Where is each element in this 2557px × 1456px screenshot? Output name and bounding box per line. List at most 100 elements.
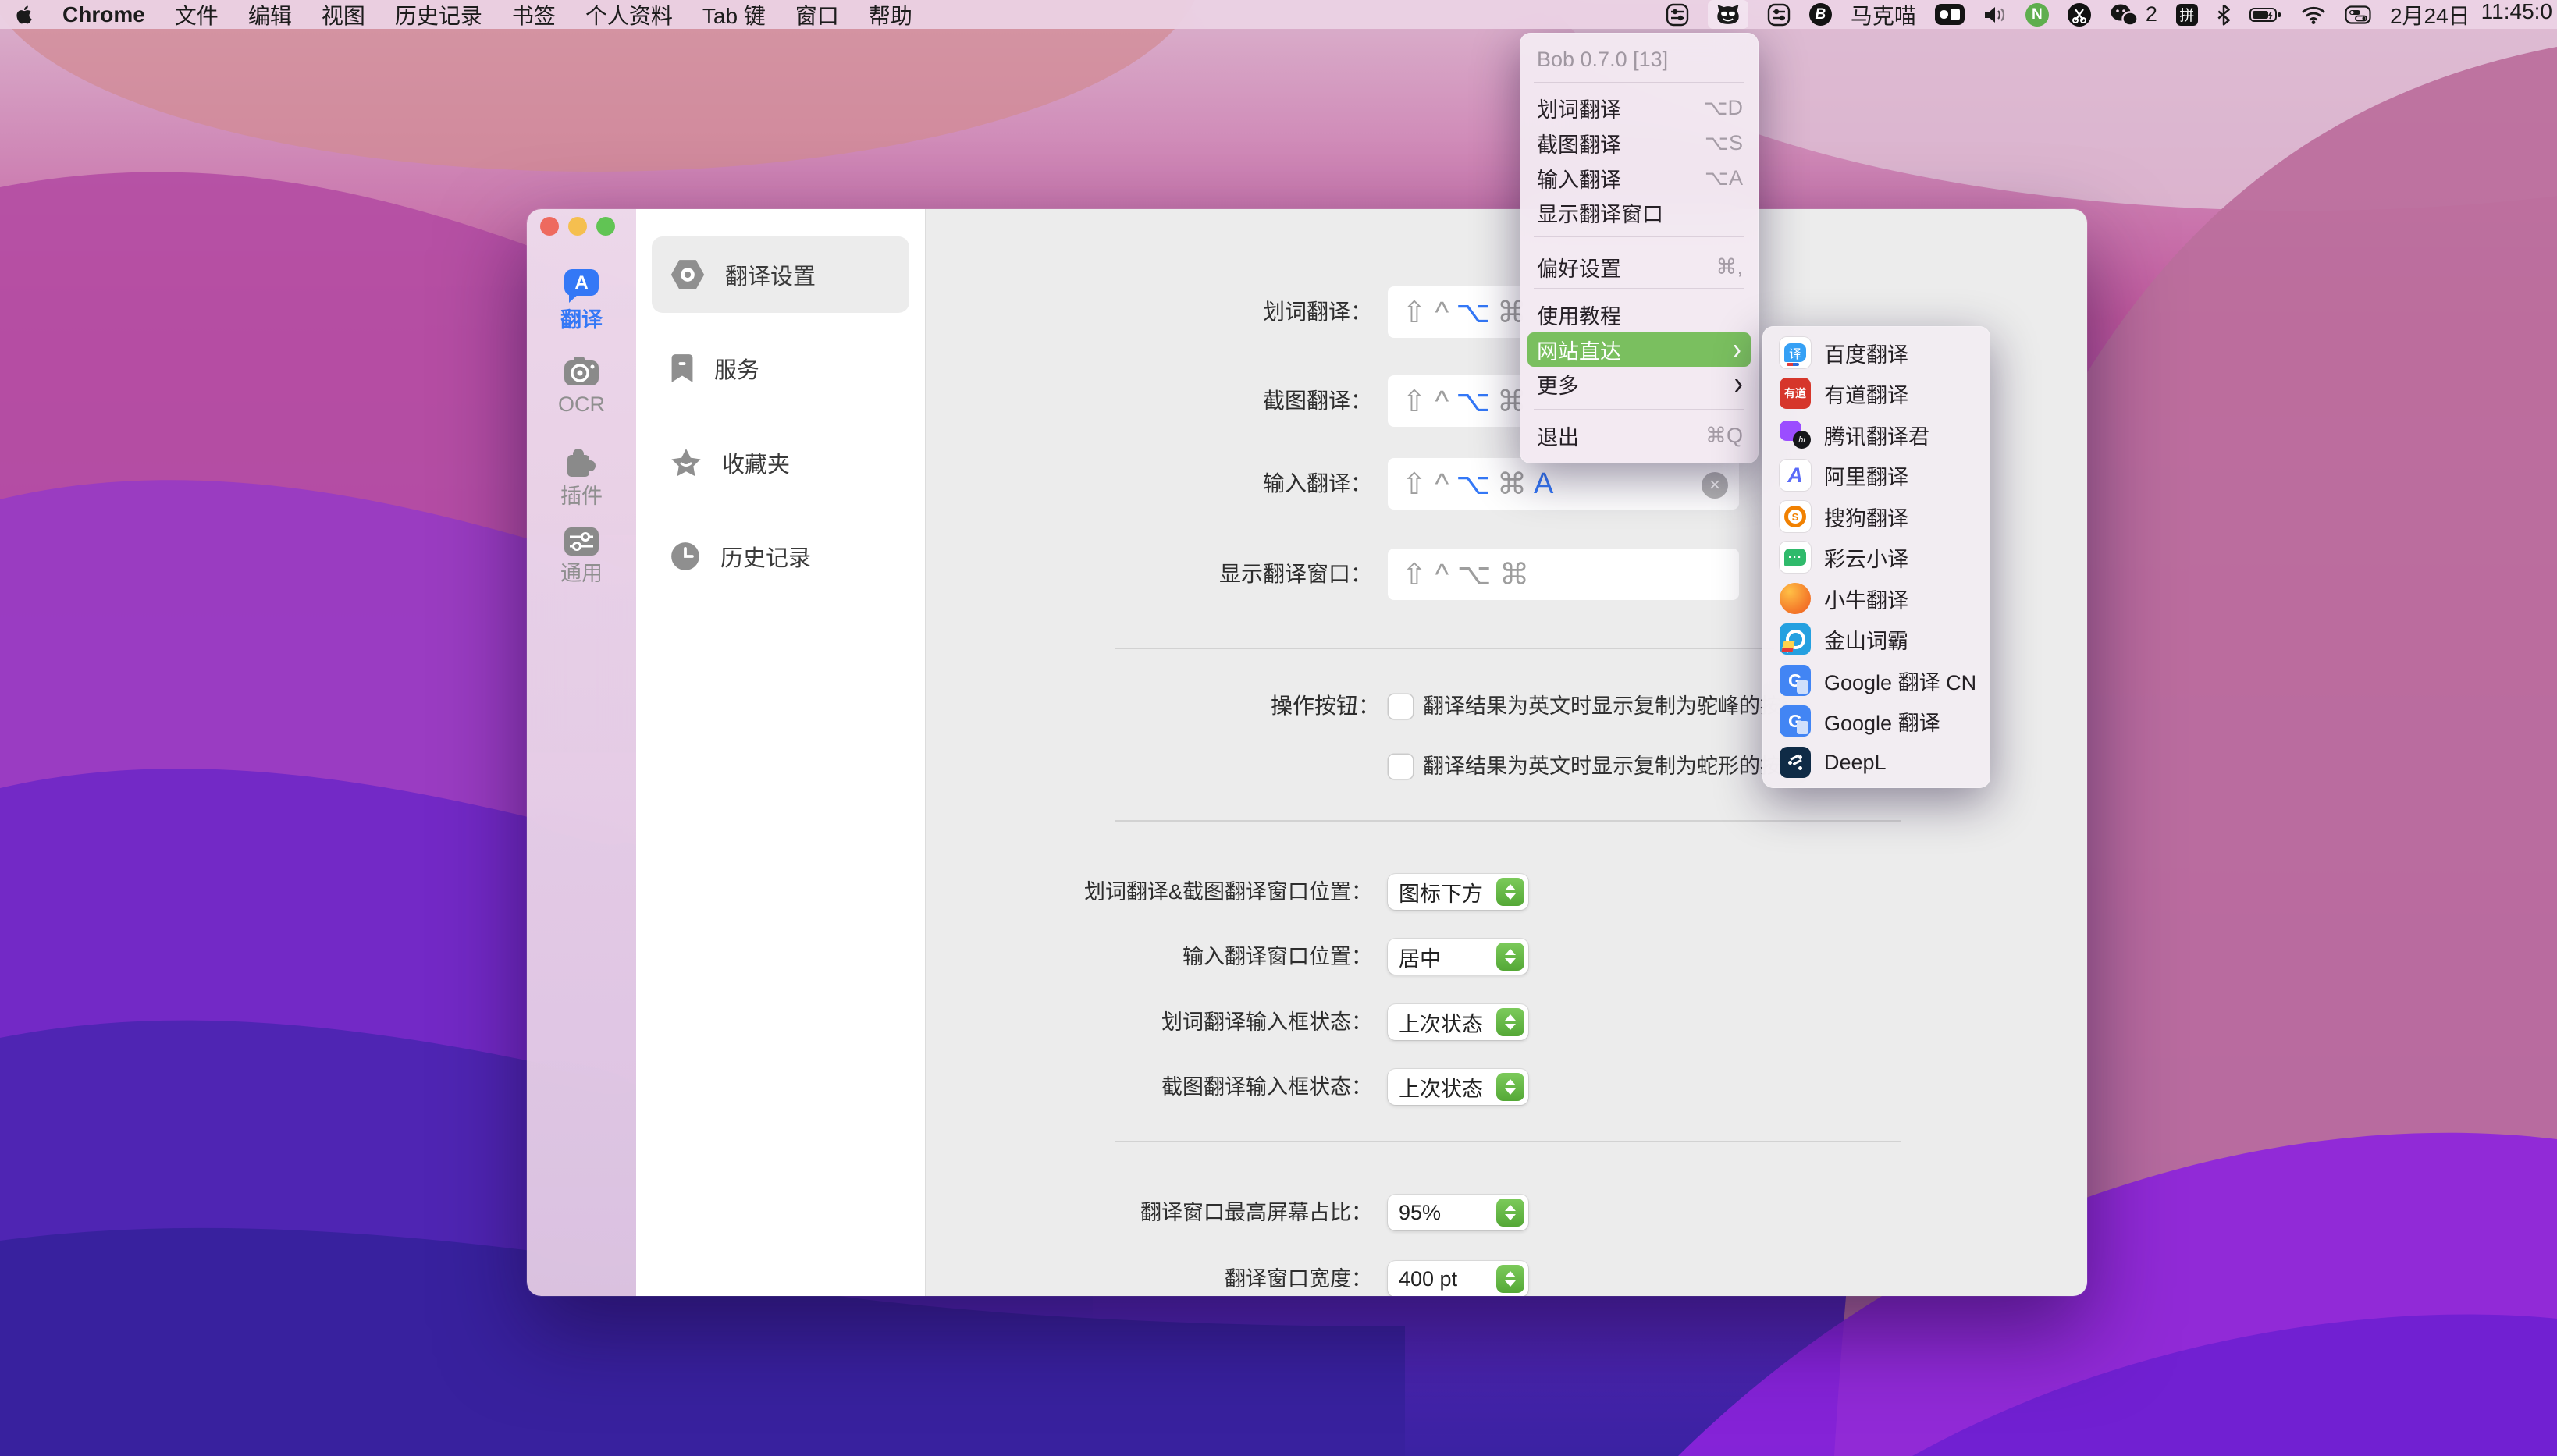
stepper-control[interactable] [1496, 1073, 1524, 1101]
submenu-item-niutrans[interactable]: 小牛翻译 [1769, 578, 1984, 619]
submenu-item-iciba[interactable]: 金山词霸 [1769, 619, 1984, 659]
window-width-dropdown[interactable]: 400 pt [1388, 1261, 1528, 1296]
settings-nav: 翻译设置 服务 收藏夹 历史 [636, 209, 925, 1296]
menu-bookmarks[interactable]: 书签 [512, 0, 556, 30]
sidebar-item-ocr[interactable]: OCR [527, 355, 636, 427]
nav-item-history[interactable]: 历史记录 [652, 518, 909, 595]
sidebar-item-general[interactable]: 通用 [527, 526, 636, 598]
downloader-status-icon[interactable]: N [2025, 3, 2049, 27]
wifi-icon [2301, 5, 2326, 24]
nut-icon [670, 259, 705, 290]
submenu-item-tencent[interactable]: hi 腾讯翻译君 [1769, 414, 1984, 455]
menu-item-screenshot-translate[interactable]: 截图翻译 ⌥S [1520, 126, 1759, 160]
wechat-status-icon[interactable] [2110, 0, 2138, 29]
close-button[interactable] [540, 217, 559, 236]
desktop: Chrome 文件 编辑 视图 历史记录 书签 个人资料 Tab 键 窗口 帮助 [0, 0, 2557, 1456]
apple-menu[interactable] [16, 0, 33, 29]
switch-status-icon-1[interactable] [1666, 0, 1689, 29]
clear-hotkey-button[interactable]: × [1702, 472, 1728, 499]
submenu-item-google-cn[interactable]: G Google 翻译 CN [1769, 660, 1984, 701]
select-inputbox-state-dropdown[interactable]: 上次状态 [1388, 1004, 1528, 1040]
menu-profiles[interactable]: 个人资料 [585, 0, 673, 30]
stepper-control[interactable] [1496, 1199, 1524, 1227]
chevron-up-icon [1505, 1079, 1516, 1085]
submenu-item-sogou[interactable]: S 搜狗翻译 [1769, 496, 1984, 537]
menu-history[interactable]: 历史记录 [395, 0, 482, 30]
menu-item-label: 划词翻译 [1537, 93, 1621, 123]
chevron-down-icon [1505, 1024, 1516, 1030]
command-key-symbol: ⌘ [1497, 467, 1527, 502]
menu-edit[interactable]: 编辑 [248, 0, 292, 30]
submenu-item-baidu[interactable]: 译 百度翻译 [1769, 332, 1984, 373]
nav-item-services[interactable]: 服务 [652, 330, 909, 407]
battery-status-icon[interactable] [2249, 0, 2282, 29]
max-screen-ratio-dropdown[interactable]: 95% [1388, 1195, 1528, 1230]
menu-item-input-translate[interactable]: 输入翻译 ⌥A [1520, 161, 1759, 195]
menu-item-select-translate[interactable]: 划词翻译 ⌥D [1520, 91, 1759, 125]
menu-help[interactable]: 帮助 [869, 0, 912, 30]
bluetooth-status-icon[interactable] [2217, 0, 2231, 29]
menu-item-tutorial[interactable]: 使用教程 [1520, 297, 1759, 332]
submenu-item-google[interactable]: G Google 翻译 [1769, 701, 1984, 741]
camel-copy-checkbox[interactable] [1389, 694, 1413, 719]
capture-app-status-icon[interactable] [1935, 0, 1965, 29]
menu-item-quit[interactable]: 退出 ⌘Q [1520, 418, 1759, 453]
switch-status-icon-2[interactable] [1767, 0, 1791, 29]
snake-copy-checkbox[interactable] [1389, 755, 1413, 779]
stepper-control[interactable] [1496, 1265, 1524, 1293]
input-window-position-dropdown[interactable]: 居中 [1388, 939, 1528, 975]
dropdown-value: 居中 [1388, 942, 1441, 972]
scissors-icon [2068, 3, 2091, 27]
apple-icon [16, 5, 33, 25]
chevron-up-icon [1505, 1014, 1516, 1021]
screenshot-inputbox-state-dropdown[interactable]: 上次状态 [1388, 1069, 1528, 1105]
bob-menubar-icon[interactable] [1708, 0, 1748, 29]
stepper-control[interactable] [1496, 1008, 1524, 1036]
wifi-status-icon[interactable] [2301, 0, 2326, 29]
bob-status-menu: Bob 0.7.0 [13] 划词翻译 ⌥D 截图翻译 ⌥S 输入翻译 ⌥A 显… [1520, 33, 1759, 463]
menu-item-websites[interactable]: 网站直达 › [1527, 332, 1751, 367]
menu-item-more[interactable]: 更多 › [1520, 367, 1759, 401]
sidebar-item-plugins[interactable]: 插件 [527, 446, 636, 517]
b-app-status-icon[interactable]: B [1809, 3, 1832, 26]
submenu-item-caiyun[interactable]: ··· 彩云小译 [1769, 537, 1984, 577]
menu-bar-clock[interactable]: 2月24日 11:45:0 [2390, 0, 2552, 30]
dropdown-label-window-width: 翻译窗口宽度： [958, 1262, 1372, 1296]
nav-item-label: 历史记录 [720, 540, 811, 573]
menu-item-show-translate-window[interactable]: 显示翻译窗口 [1520, 195, 1759, 229]
active-app-name[interactable]: Chrome [62, 2, 145, 27]
submenu-item-alibaba[interactable]: A 阿里翻译 [1769, 455, 1984, 495]
menu-bar-left: Chrome 文件 编辑 视图 历史记录 书签 个人资料 Tab 键 窗口 帮助 [0, 0, 912, 30]
minimize-button[interactable] [568, 217, 587, 236]
submenu-item-label: Google 翻译 [1824, 706, 1940, 737]
menu-window[interactable]: 窗口 [795, 0, 839, 30]
nav-item-favorites[interactable]: 收藏夹 [652, 424, 909, 501]
window-position-dropdown[interactable]: 图标下方 [1388, 874, 1528, 910]
input-method-status-icon[interactable]: 拼 [2176, 4, 2198, 26]
clipper-status-icon[interactable] [2068, 0, 2091, 29]
stepper-control[interactable] [1496, 878, 1524, 906]
shift-key-symbol: ⇧ ^ [1402, 384, 1449, 419]
menu-item-label: 截图翻译 [1537, 128, 1621, 158]
control-center-status-icon[interactable] [2345, 0, 2371, 29]
nav-item-translate-settings[interactable]: 翻译设置 [652, 236, 909, 313]
submenu-item-label: 有道翻译 [1824, 378, 1908, 409]
stepper-control[interactable] [1496, 943, 1524, 971]
sidebar-item-translate[interactable]: A 翻译 [527, 268, 636, 339]
hotkey-field-show-window[interactable]: ⇧ ^ ⌥ ⌘ [1388, 549, 1739, 600]
status-user-label[interactable]: 马克喵 [1851, 0, 1916, 30]
volume-status-icon[interactable] [1983, 0, 2007, 29]
hotkey-field-input-translate[interactable]: ⇧ ^⌥⌘A [1388, 458, 1739, 510]
shift-key-symbol: ⇧ ^ [1402, 295, 1449, 330]
submenu-item-deepl[interactable]: DeepL [1769, 742, 1984, 783]
menu-file[interactable]: 文件 [175, 0, 219, 30]
menu-item-preferences[interactable]: 偏好设置 ⌘, [1520, 250, 1759, 284]
menu-item-shortcut: ⌥D [1703, 96, 1743, 120]
zoom-button[interactable] [596, 217, 615, 236]
option-key-symbol: ⌥ [1456, 467, 1490, 502]
dropdown-label-window-position: 划词翻译&截图翻译窗口位置： [958, 875, 1372, 909]
hotkey-letter: A [1534, 467, 1553, 501]
menu-tab[interactable]: Tab 键 [702, 0, 766, 30]
menu-view[interactable]: 视图 [322, 0, 365, 30]
submenu-item-youdao[interactable]: 有道 有道翻译 [1769, 373, 1984, 414]
